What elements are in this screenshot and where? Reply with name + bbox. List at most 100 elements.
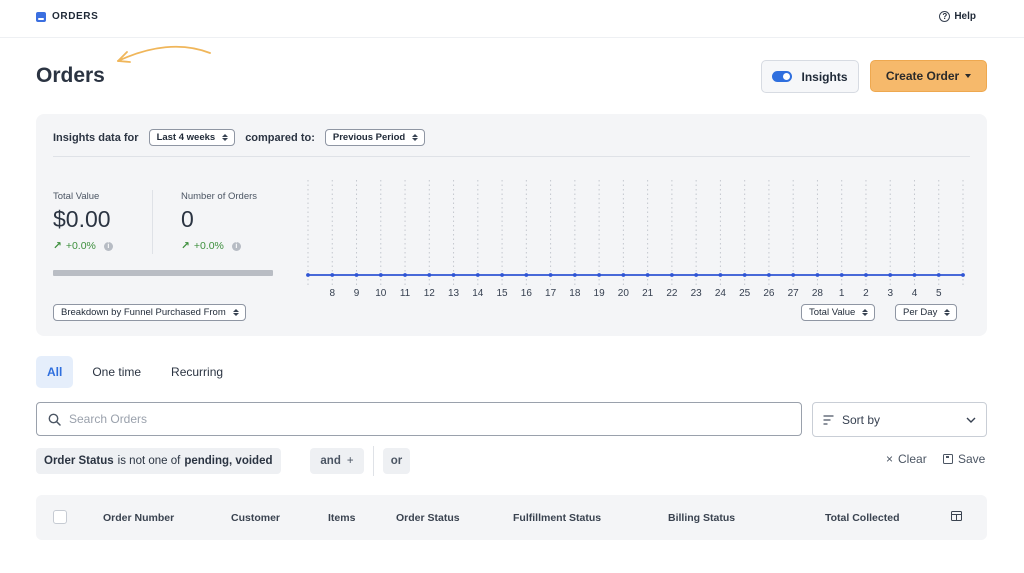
breakdown-select-value: Breakdown by Funnel Purchased From	[61, 307, 226, 318]
filter-operator: is not one of	[117, 455, 181, 467]
chart-x-tick-label: 18	[569, 288, 581, 299]
brand-label: ORDERS	[52, 11, 99, 22]
metric-select[interactable]: Total Value	[801, 304, 876, 321]
sort-by-dropdown[interactable]: Sort by	[812, 402, 987, 437]
chart-point[interactable]	[330, 273, 335, 277]
chart-point[interactable]	[572, 273, 577, 277]
filter-field: Order Status	[44, 455, 114, 467]
chart-point[interactable]	[961, 273, 965, 277]
chart-x-tick-label: 4	[912, 288, 918, 299]
chart-x-tick-label: 22	[666, 288, 678, 299]
chevron-down-icon	[966, 417, 976, 423]
question-icon: ?	[939, 11, 951, 22]
chart-point[interactable]	[378, 273, 383, 277]
chart-point[interactable]	[475, 273, 480, 277]
chart-point[interactable]	[815, 273, 820, 277]
columns-icon[interactable]	[951, 511, 962, 521]
chart-point[interactable]	[936, 273, 941, 277]
chart-point[interactable]	[791, 273, 796, 277]
chart-x-tick-label: 26	[763, 288, 775, 299]
clear-label: Clear	[898, 452, 927, 466]
close-icon: ×	[886, 452, 894, 466]
filter-separator	[373, 446, 374, 476]
breakdown-select[interactable]: Breakdown by Funnel Purchased From	[53, 304, 246, 321]
insights-line-chart: 8 9 10 11 12 13 14 15 16 17 18 19 20 21 22 23 24 25 26 27 28…	[306, 180, 965, 299]
insights-label: Insights	[801, 69, 848, 84]
app-brand: ORDERS	[36, 11, 98, 22]
chart-point[interactable]	[742, 273, 747, 277]
tab-one-time[interactable]: One time	[81, 356, 152, 388]
sort-by-label: Sort by	[842, 412, 881, 427]
search-input[interactable]	[69, 412, 769, 426]
chart-x-tick-label: 27	[788, 288, 800, 299]
interval-select-value: Per Day	[903, 307, 938, 318]
chart-point[interactable]	[694, 273, 699, 277]
annotation-arrow-icon	[117, 45, 211, 63]
help-button[interactable]: ? Help	[939, 11, 976, 22]
chart-point[interactable]	[548, 273, 553, 277]
and-label: and	[320, 455, 341, 467]
create-order-button[interactable]: Create Order	[870, 60, 987, 92]
insights-panel: Insights data for Last 4 weeks compared …	[36, 114, 987, 336]
help-label: Help	[954, 11, 976, 22]
select-all-checkbox[interactable]	[53, 510, 67, 524]
chart-point[interactable]	[912, 273, 917, 277]
chart-point[interactable]	[888, 273, 893, 277]
tab-all[interactable]: All	[36, 356, 74, 388]
chart-point[interactable]	[597, 273, 602, 277]
insights-toggle-switch[interactable]	[772, 71, 793, 82]
chart-x-tick-label: 20	[618, 288, 630, 299]
column-order-number[interactable]: Order Number	[103, 512, 174, 524]
filter-values: pending, voided	[184, 455, 273, 467]
chart-point[interactable]	[524, 273, 529, 277]
orders-table-header: Order Number Customer Items Order Status…	[36, 495, 987, 540]
tab-recurring[interactable]: Recurring	[160, 356, 234, 388]
top-bar: ORDERS ? Help	[0, 0, 1024, 38]
column-customer[interactable]: Customer	[231, 512, 280, 524]
interval-select[interactable]: Per Day	[895, 304, 958, 321]
chart-x-tick-label: 15	[497, 288, 509, 299]
column-fulfillment-status[interactable]: Fulfillment Status	[513, 512, 601, 524]
chart-point[interactable]	[839, 273, 844, 277]
search-box[interactable]	[36, 402, 802, 436]
order-type-tabs: All One time Recurring	[36, 356, 234, 388]
chart-point[interactable]	[864, 273, 868, 277]
or-filter-button[interactable]: or	[383, 448, 410, 474]
chart-point[interactable]	[306, 273, 310, 277]
chart-x-tick-label: 13	[448, 288, 460, 299]
chart-x-tick-label: 8	[329, 288, 335, 299]
select-arrows-icon	[944, 309, 951, 316]
chart-point[interactable]	[669, 273, 674, 277]
order-status-filter-chip[interactable]: Order Status is not one of pending, void…	[36, 448, 281, 474]
save-filters-button[interactable]: Save	[943, 452, 985, 466]
plus-icon: +	[346, 455, 354, 467]
chart-x-tick-label: 9	[354, 288, 360, 299]
search-icon	[48, 413, 61, 426]
chart-point[interactable]	[427, 273, 432, 277]
chart-point[interactable]	[451, 273, 456, 277]
caret-down-icon	[965, 74, 972, 78]
save-icon	[943, 454, 953, 464]
chart-point[interactable]	[354, 273, 359, 277]
column-billing-status[interactable]: Billing Status	[668, 512, 735, 524]
chart-x-tick-label: 25	[739, 288, 751, 299]
and-filter-button[interactable]: and +	[310, 448, 364, 474]
column-total-collected[interactable]: Total Collected	[825, 512, 899, 524]
chart-x-tick-label: 21	[642, 288, 654, 299]
column-order-status[interactable]: Order Status	[396, 512, 460, 524]
chart-point[interactable]	[767, 273, 771, 277]
chart-point[interactable]	[403, 273, 407, 277]
chart-point[interactable]	[500, 273, 504, 277]
chart-point[interactable]	[718, 273, 723, 277]
create-order-label: Create Order	[885, 69, 960, 83]
chart-x-tick-label: 16	[521, 288, 533, 299]
column-items[interactable]: Items	[328, 512, 355, 524]
insights-toggle-button[interactable]: Insights	[761, 60, 859, 93]
chart-x-tick-label: 14	[472, 288, 484, 299]
select-arrows-icon	[862, 309, 869, 316]
chart-point[interactable]	[645, 273, 650, 277]
chart-x-tick-label: 24	[715, 288, 727, 299]
chart-point[interactable]	[621, 273, 626, 277]
clear-filters-button[interactable]: × Clear	[886, 452, 927, 466]
select-arrows-icon	[232, 309, 239, 316]
